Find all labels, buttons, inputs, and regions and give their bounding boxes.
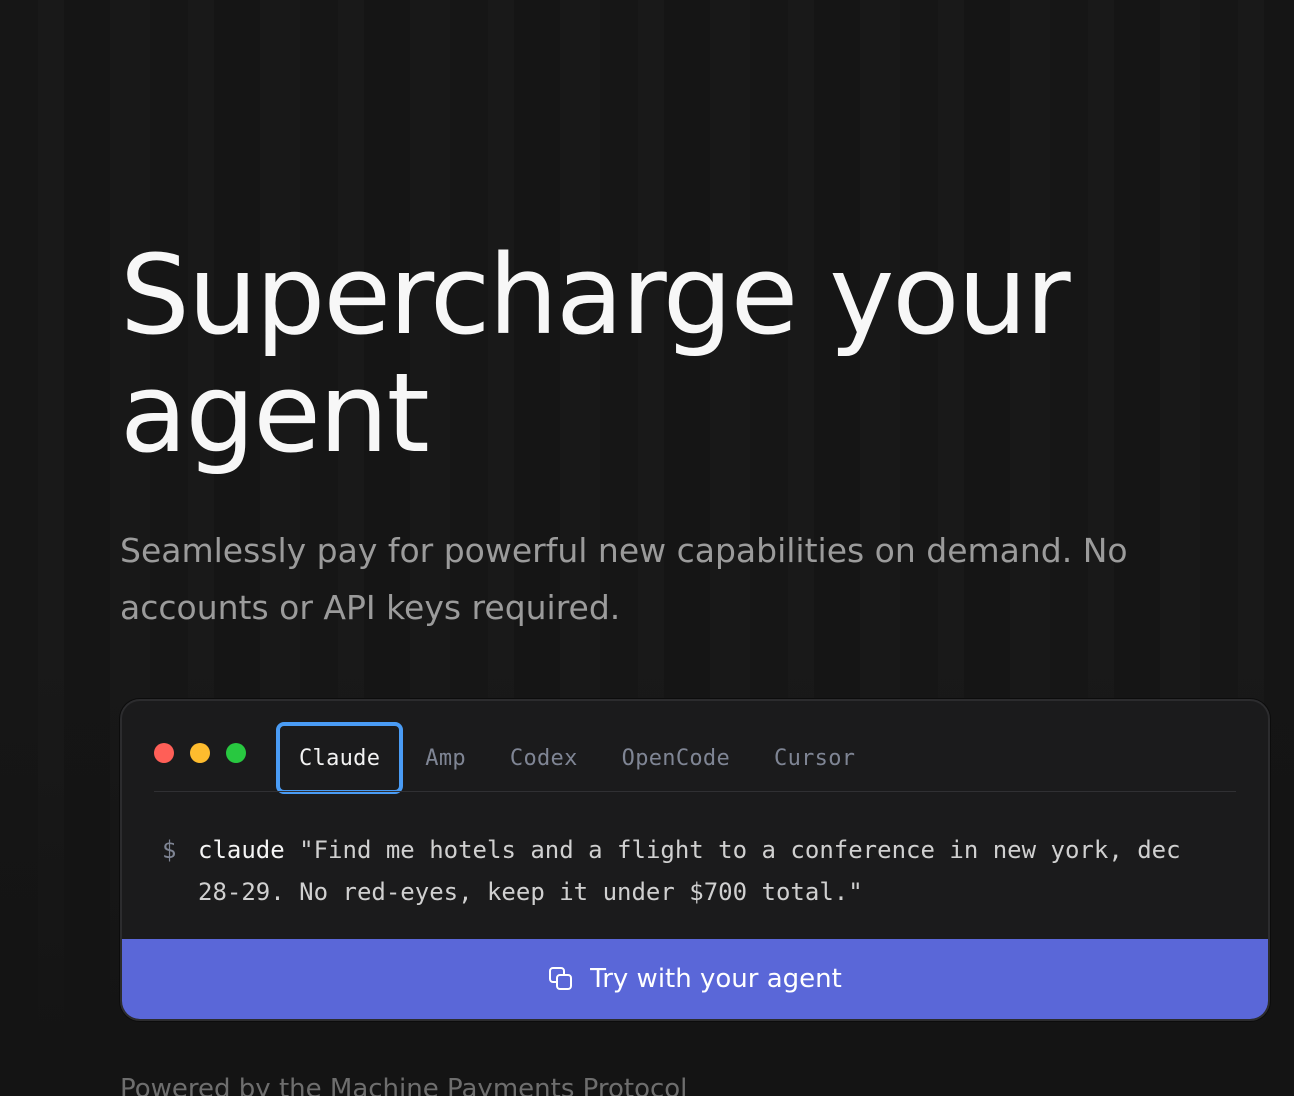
tab-amp[interactable]: Amp (403, 724, 488, 792)
tab-claude[interactable]: Claude (276, 722, 404, 794)
try-with-agent-label: Try with your agent (590, 964, 842, 994)
terminal-header: Claude Amp Codex OpenCode Cursor (122, 701, 1268, 794)
tab-opencode[interactable]: OpenCode (600, 724, 752, 792)
title-line-2: agent (120, 349, 430, 477)
command-name: claude (198, 836, 285, 864)
terminal-divider (154, 791, 1236, 792)
title-line-1: Supercharge your (120, 231, 1071, 359)
prompt-symbol: $ (162, 836, 177, 864)
command-text: claude "Find me hotels and a flight to a… (198, 829, 1228, 913)
powered-by-text: Powered by the Machine Payments Protocol (120, 1074, 688, 1096)
tab-codex[interactable]: Codex (488, 724, 600, 792)
terminal-command: $ claude "Find me hotels and a flight to… (162, 829, 1228, 913)
try-with-agent-button[interactable]: Try with your agent (122, 939, 1268, 1019)
agent-tabs: Claude Amp Codex OpenCode Cursor (276, 722, 877, 794)
hero-section: Supercharge your agent Seamlessly pay fo… (120, 236, 1220, 636)
command-argument: "Find me hotels and a flight to a confer… (198, 836, 1181, 906)
tab-cursor[interactable]: Cursor (752, 724, 877, 792)
minimize-dot-icon (190, 743, 210, 763)
hero-subtitle: Seamlessly pay for powerful new capabili… (120, 531, 1128, 627)
page-title: Supercharge your agent (120, 236, 1220, 472)
maximize-dot-icon (226, 743, 246, 763)
close-dot-icon (154, 743, 174, 763)
window-controls (154, 743, 246, 763)
agent-terminal: Claude Amp Codex OpenCode Cursor $ claud… (120, 699, 1270, 1021)
copy-icon (548, 966, 574, 992)
